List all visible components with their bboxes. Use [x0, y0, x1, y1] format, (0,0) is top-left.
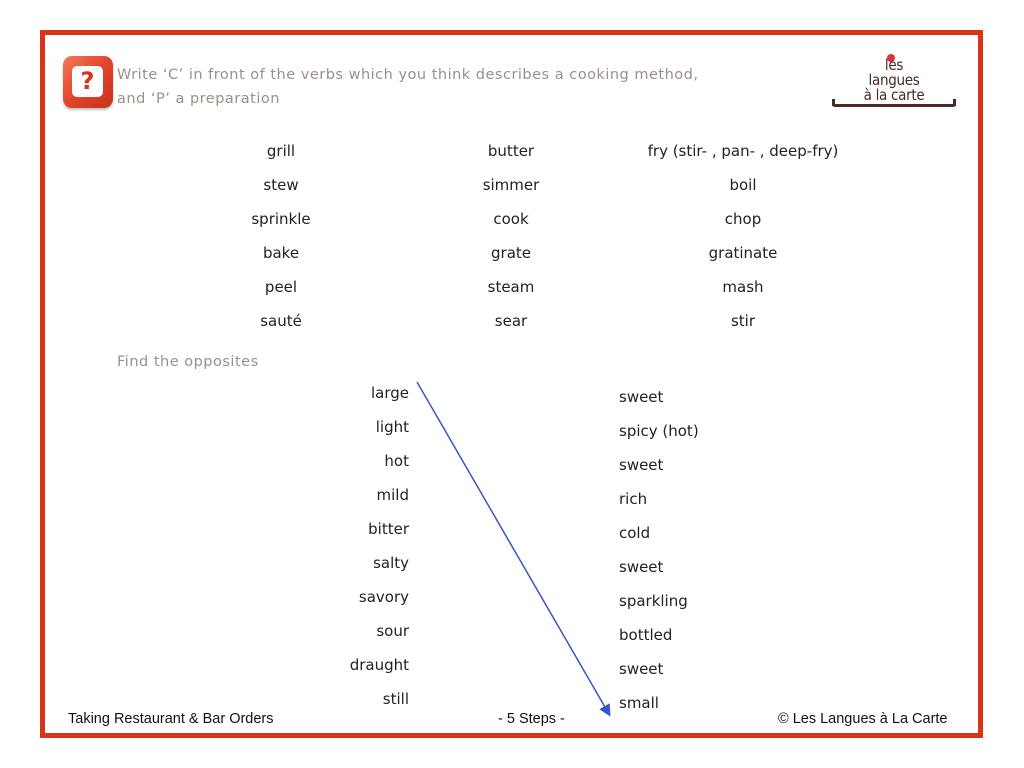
instruction-line-1: Write ‘C’ in front of the verbs which yo… — [117, 67, 699, 83]
page-frame — [40, 30, 983, 738]
opposite-left-word[interactable]: bitter — [368, 520, 409, 538]
verb-item: bake — [262, 244, 300, 262]
instruction: Write ‘C’ in front of the verbs which yo… — [117, 63, 698, 111]
verb-item: stir — [730, 312, 756, 330]
verb-item: gratinate — [708, 244, 778, 262]
section-title-opposites: Find the opposites — [117, 354, 259, 370]
verb-item: mash — [722, 278, 764, 296]
verb-item: fry (stir- , pan- , deep-fry) — [647, 142, 839, 160]
opposite-right-word[interactable]: sweet — [619, 456, 663, 474]
verb-item: sprinkle — [251, 210, 311, 228]
verb-item: peel — [264, 278, 298, 296]
opposite-right-word[interactable]: sweet — [619, 660, 663, 678]
logo-tray — [832, 99, 956, 107]
verb-item: chop — [724, 210, 762, 228]
verb-item: butter — [487, 142, 535, 160]
verb-item: grate — [491, 244, 531, 262]
opposite-right-word[interactable]: small — [619, 694, 659, 712]
opposite-left-word[interactable]: light — [376, 418, 409, 436]
opposite-right-word[interactable]: sweet — [619, 388, 663, 406]
verb-item: simmer — [482, 176, 540, 194]
verb-item: boil — [729, 176, 757, 194]
opposite-right-word[interactable]: sweet — [619, 558, 663, 576]
opposite-left-word[interactable]: hot — [384, 452, 409, 470]
footer-steps: - 5 Steps - — [498, 711, 565, 727]
question-mark-icon: ? — [63, 56, 113, 108]
verb-item: cook — [493, 210, 529, 228]
opposite-left-word[interactable]: sour — [376, 622, 409, 640]
opposite-left-word[interactable]: mild — [377, 486, 409, 504]
opposite-left-word[interactable]: draught — [350, 656, 409, 674]
verb-item: sear — [494, 312, 528, 330]
opposite-left-word[interactable]: salty — [373, 554, 409, 572]
opposite-right-word[interactable]: bottled — [619, 626, 672, 644]
opposite-left-word[interactable]: large — [371, 384, 409, 402]
footer-copyright: © Les Langues à La Carte — [778, 711, 948, 727]
instruction-line-2: and ‘P’ a preparation — [117, 91, 280, 107]
verb-item: sauté — [260, 312, 302, 330]
opposite-right-word[interactable]: cold — [619, 524, 650, 542]
logo: les langues à la carte — [832, 52, 956, 112]
footer-title: Taking Restaurant & Bar Orders — [68, 711, 274, 727]
verb-item: steam — [487, 278, 535, 296]
verb-item: grill — [266, 142, 296, 160]
logo-line-3: à la carte — [863, 86, 925, 104]
verb-item: stew — [263, 176, 299, 194]
opposite-left-word[interactable]: still — [383, 690, 409, 708]
opposite-left-word[interactable]: savory — [359, 588, 409, 606]
opposite-right-word[interactable]: rich — [619, 490, 647, 508]
opposite-right-word[interactable]: sparkling — [619, 592, 688, 610]
opposite-right-word[interactable]: spicy (hot) — [619, 422, 699, 440]
